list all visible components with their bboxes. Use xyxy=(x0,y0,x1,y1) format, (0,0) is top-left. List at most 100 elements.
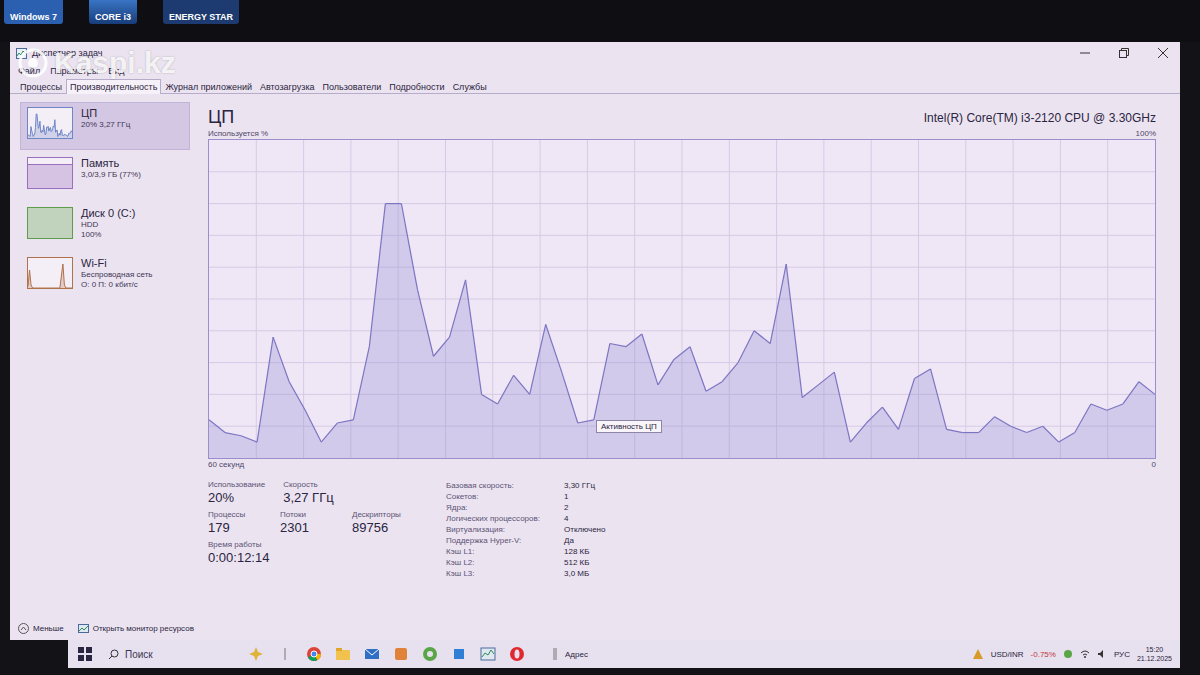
cpu-line-segment xyxy=(722,363,738,382)
detail-label: Кэш L1: xyxy=(446,546,558,557)
mail-icon[interactable] xyxy=(364,646,380,662)
ticker-change: -0.75% xyxy=(1031,650,1056,659)
detail-value: 128 КБ xyxy=(564,546,605,557)
copilot-icon[interactable] xyxy=(248,646,264,662)
less-button[interactable]: Меньше xyxy=(18,623,64,634)
cpu-line-segment xyxy=(466,280,482,394)
cpu-line-segment xyxy=(690,347,706,392)
tab[interactable]: Производительность xyxy=(66,79,161,94)
tray-app-icon[interactable] xyxy=(1063,649,1073,659)
tab[interactable]: Службы xyxy=(449,79,491,94)
stat: Время работы0:00:12:14 xyxy=(208,540,269,566)
tab[interactable]: Журнал приложений xyxy=(161,79,256,94)
sidebar-item-detail: 100% xyxy=(81,230,135,240)
detail-label: Поддержка Hyper-V: xyxy=(446,535,558,546)
cpu-line-segment xyxy=(482,394,498,404)
opera-icon[interactable] xyxy=(509,646,525,662)
task-manager-icon[interactable] xyxy=(480,646,496,662)
cpu-line-segment xyxy=(530,324,546,394)
y-axis-label: Используется % xyxy=(208,128,268,139)
sidebar-item[interactable]: Память3,0/3,9 ГБ (77%) xyxy=(20,152,190,200)
cpu-line-segment xyxy=(514,375,530,394)
stat: Дескрипторы89756 xyxy=(352,510,406,536)
menu-item[interactable]: Вид xyxy=(108,66,124,76)
cpu-line-segment xyxy=(385,203,401,204)
volume-icon[interactable] xyxy=(1097,649,1107,659)
resource-monitor-link[interactable]: Открыть монитор ресурсов xyxy=(78,623,194,634)
cpu-line-segment xyxy=(882,407,898,429)
y-axis-max: 100% xyxy=(1136,128,1156,139)
cpu-line-segment xyxy=(738,331,754,363)
tab[interactable]: Процессы xyxy=(16,79,66,94)
cpu-line-segment xyxy=(273,337,289,382)
cpu-line-segment xyxy=(417,289,433,356)
kaspi-logo-icon xyxy=(18,48,48,78)
sidebar-item[interactable]: Диск 0 (C:)HDD100% xyxy=(20,202,190,250)
cpu-line-segment xyxy=(337,420,353,423)
tab[interactable]: Автозагрузка xyxy=(256,79,319,94)
search-icon xyxy=(108,649,119,660)
sidebar-item-title: ЦП xyxy=(81,107,130,120)
sticker: Windows 7 xyxy=(4,0,63,24)
menu-item[interactable]: Параметры xyxy=(50,66,98,76)
cpu-panel: ЦПIntel(R) Core(TM) i3-2120 CPU @ 3.30GH… xyxy=(190,94,1180,616)
tab[interactable]: Подробности xyxy=(385,79,448,94)
green-app-icon[interactable] xyxy=(422,646,438,662)
language-indicator[interactable]: РУС xyxy=(1114,650,1130,659)
detail-value: 4 xyxy=(564,513,605,524)
close-button[interactable] xyxy=(1146,42,1180,64)
network-thumbnail xyxy=(27,257,73,289)
detail-label: Кэш L2: xyxy=(446,557,558,568)
cpu-details: Базовая скорость:3,30 ГГцСокетов:1Ядра:2… xyxy=(446,480,605,579)
cpu-line-segment xyxy=(674,347,690,360)
stats: Использование20%Скорость3,27 ГГцПроцессы… xyxy=(208,480,1156,579)
cpu-line-segment xyxy=(706,382,722,392)
sidebar: ЦП20% 3,27 ГГцПамять3,0/3,9 ГБ (77%)Диск… xyxy=(10,94,190,616)
detail-label: Базовая скорость: xyxy=(446,480,558,491)
cpu-line-segment xyxy=(931,369,947,429)
sidebar-item-title: Диск 0 (C:) xyxy=(81,207,135,220)
sidebar-item-detail: 3,0/3,9 ГБ (77%) xyxy=(81,170,141,180)
search-box[interactable]: Поиск xyxy=(102,644,238,664)
wifi-icon[interactable] xyxy=(1080,649,1090,659)
stat: Скорость3,27 ГГц xyxy=(283,480,337,506)
stat: Использование20% xyxy=(208,480,265,506)
store-icon[interactable] xyxy=(451,646,467,662)
sidebar-item[interactable]: Wi-FiБеспроводная сетьО: 0 П: 0 кбит/с xyxy=(20,252,190,300)
cpu-graph: Активность ЦП xyxy=(208,139,1156,459)
cpu-line-segment xyxy=(610,344,626,347)
app-icon[interactable] xyxy=(393,646,409,662)
cpu-line-segment xyxy=(979,417,995,433)
file-explorer-icon[interactable] xyxy=(335,646,351,662)
ticker-symbol[interactable]: USD/INR xyxy=(991,650,1024,659)
menu-item[interactable]: Файл xyxy=(18,66,40,76)
content: ЦП20% 3,27 ГГцПамять3,0/3,9 ГБ (77%)Диск… xyxy=(10,94,1180,616)
detail-value: 3,30 ГГц xyxy=(564,480,605,491)
cpu-line-segment xyxy=(963,432,979,433)
cpu-line-segment xyxy=(850,423,866,442)
detail-label: Ядра: xyxy=(446,502,558,513)
clock[interactable]: 15:2021.12.2025 xyxy=(1137,645,1172,663)
detail-value: 1 xyxy=(564,491,605,502)
maximize-button[interactable] xyxy=(1107,42,1141,64)
cpu-line-segment xyxy=(1059,433,1075,443)
cpu-line-segment xyxy=(947,429,963,432)
x-axis-label: 60 секунд xyxy=(208,459,244,470)
cpu-line-segment xyxy=(433,337,449,356)
cpu-line-segment xyxy=(562,372,578,423)
chrome-icon[interactable] xyxy=(306,646,322,662)
cpu-line-segment xyxy=(1091,404,1107,410)
tab[interactable]: Пользователи xyxy=(319,79,386,94)
task-manager-window: Диспетчер задачФайлПараметрыВидПроцессыП… xyxy=(10,42,1180,640)
cpu-line-segment xyxy=(401,204,417,290)
address-toolbar[interactable]: Адрес xyxy=(553,648,588,660)
sidebar-item-detail: HDD xyxy=(81,220,135,230)
cpu-line-segment xyxy=(834,372,850,442)
minimize-button[interactable] xyxy=(1068,42,1102,64)
separator-icon[interactable] xyxy=(277,646,293,662)
cpu-line-segment xyxy=(1011,426,1027,432)
start-icon[interactable] xyxy=(78,647,92,661)
cpu-line-segment xyxy=(914,369,930,379)
cpu-line-segment xyxy=(754,331,770,344)
sidebar-item[interactable]: ЦП20% 3,27 ГГц xyxy=(20,102,190,150)
